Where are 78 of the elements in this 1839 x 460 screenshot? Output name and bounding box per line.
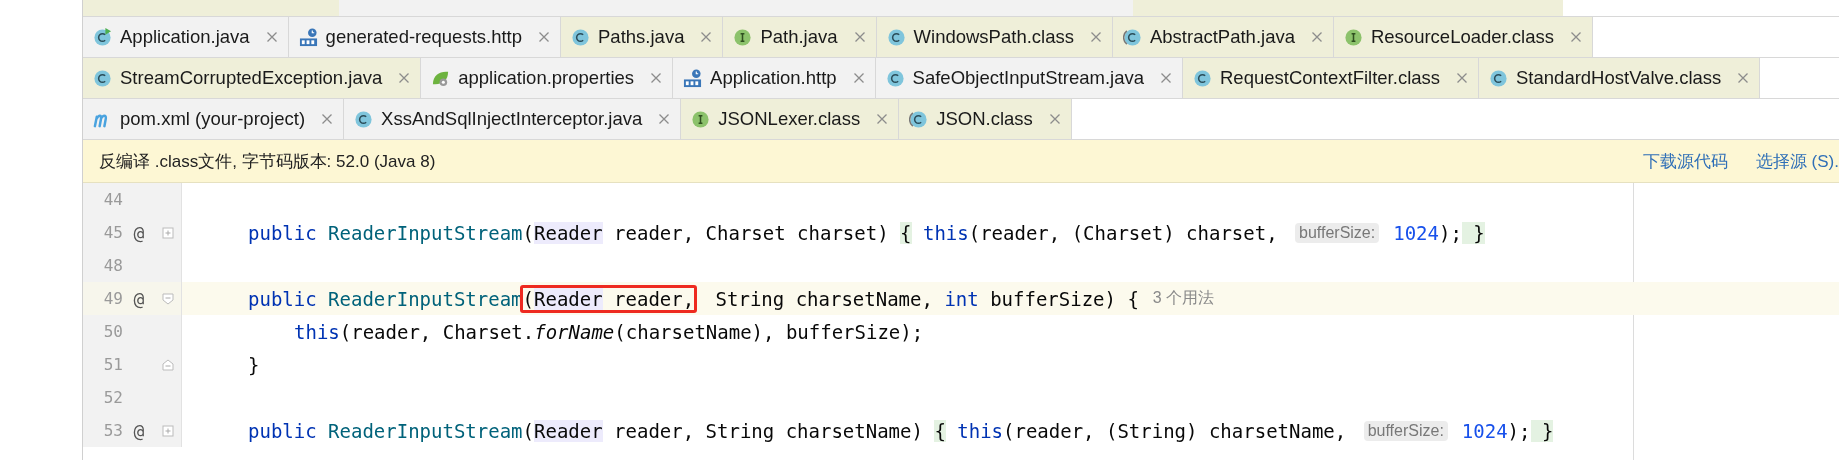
class-icon xyxy=(354,109,374,129)
close-icon[interactable] xyxy=(1310,31,1323,43)
override-marker[interactable]: @ xyxy=(133,288,145,309)
fold-expand-icon[interactable] xyxy=(162,226,174,239)
code-text: 1024); } xyxy=(1392,221,1485,244)
line-number: 52 xyxy=(102,388,123,407)
editor-tab[interactable]: generated-requests.http xyxy=(288,17,562,57)
inlay-hint: bufferSize: xyxy=(1295,222,1380,243)
api-icon xyxy=(683,68,703,88)
override-marker[interactable]: @ xyxy=(133,222,145,243)
editor-tab[interactable]: ResourceLoader.class xyxy=(1333,17,1594,57)
class-icon xyxy=(93,68,112,88)
banner-link[interactable]: 下载源代码 xyxy=(1642,149,1728,173)
close-icon[interactable] xyxy=(853,31,866,43)
close-icon[interactable] xyxy=(1089,31,1102,43)
class-icon xyxy=(93,27,112,47)
editor-tab[interactable]: XssAndSqlInjectInterceptor.java xyxy=(344,99,682,139)
highlight-box: (Reader reader, xyxy=(519,284,698,313)
editor-tab[interactable]: JSON.class xyxy=(899,99,1072,139)
inlay-hint: bufferSize: xyxy=(1363,420,1448,441)
interface-icon xyxy=(691,109,711,129)
close-icon[interactable] xyxy=(265,31,278,43)
close-icon[interactable] xyxy=(1456,72,1469,84)
code-text: this(reader, Charset.forName(charsetName), bufferSize); xyxy=(293,320,924,343)
editor-tab[interactable]: pom.xml (your-project) xyxy=(83,99,345,139)
class-icon xyxy=(1122,27,1142,47)
override-marker[interactable]: @ xyxy=(133,420,145,441)
class-icon xyxy=(886,27,906,47)
close-icon[interactable] xyxy=(538,31,551,43)
line-number: 51 xyxy=(102,355,123,374)
close-icon[interactable] xyxy=(658,113,671,125)
code-text: public ReaderInputStream(Reader reader, Charset charset) { this(reader, (Charset) charset, xyxy=(247,221,1279,244)
close-icon[interactable] xyxy=(650,72,663,84)
api-icon xyxy=(298,27,318,47)
close-icon[interactable] xyxy=(876,113,889,125)
class-icon xyxy=(909,109,929,129)
line-number: 45 xyxy=(102,223,123,242)
line-number: 50 xyxy=(102,322,123,341)
interface-icon xyxy=(733,27,753,47)
close-icon[interactable] xyxy=(1048,113,1061,125)
banner-text: 反编译 .class文件, 字节码版本: 52.0 (Java 8) xyxy=(99,150,436,173)
fold-collapse-icon[interactable] xyxy=(162,292,174,305)
line-number: 48 xyxy=(102,256,123,275)
editor-tab[interactable]: WindowsPath.class xyxy=(876,17,1113,57)
editor-tab[interactable]: JSONLexer.class xyxy=(681,99,900,139)
close-icon[interactable] xyxy=(700,31,713,43)
interface-icon xyxy=(1343,27,1363,47)
editor-tab[interactable]: AbstractPath.java xyxy=(1112,17,1334,57)
editor-tab[interactable]: StandardHostValve.class xyxy=(1479,58,1761,98)
usage-hint: 3 个用法 xyxy=(1152,288,1215,308)
editor-tab[interactable]: StreamCorruptedException.java xyxy=(83,58,422,98)
code-text: } xyxy=(247,353,260,376)
code-text: String charsetName, int bufferSize) { xyxy=(714,287,1139,310)
close-icon[interactable] xyxy=(852,72,865,84)
close-icon[interactable] xyxy=(398,72,411,84)
editor-tab[interactable]: RequestContextFilter.class xyxy=(1183,58,1480,98)
close-icon[interactable] xyxy=(1737,72,1750,84)
editor-tab[interactable]: Application.http xyxy=(673,58,876,98)
close-icon[interactable] xyxy=(321,113,334,125)
class-icon xyxy=(1489,68,1509,88)
close-icon[interactable] xyxy=(1160,72,1172,84)
class-icon xyxy=(571,27,591,47)
class-icon xyxy=(885,68,905,88)
fold-end-icon[interactable] xyxy=(162,358,174,371)
class-icon xyxy=(1193,68,1212,88)
code-text: public ReaderInputStream(Reader reader, String charsetName) { this(reader, (String) charsetName, xyxy=(247,419,1348,442)
line-number: 53 xyxy=(102,421,123,440)
editor-tab[interactable]: Path.java xyxy=(723,17,877,57)
editor-tab[interactable]: SafeObjectInputStream.java xyxy=(875,58,1183,98)
line-number: 44 xyxy=(102,190,123,209)
close-icon[interactable] xyxy=(1570,31,1583,43)
fold-expand-icon[interactable] xyxy=(162,424,174,437)
editor-tab[interactable]: Paths.java xyxy=(561,17,724,57)
editor-tab[interactable]: Application.java xyxy=(83,17,289,57)
editor-tab[interactable]: application.properties xyxy=(421,58,674,98)
code-text: 1024); } xyxy=(1460,419,1554,442)
banner-link[interactable]: 选择源 (S). xyxy=(1755,149,1839,173)
line-number: 49 xyxy=(102,289,123,308)
